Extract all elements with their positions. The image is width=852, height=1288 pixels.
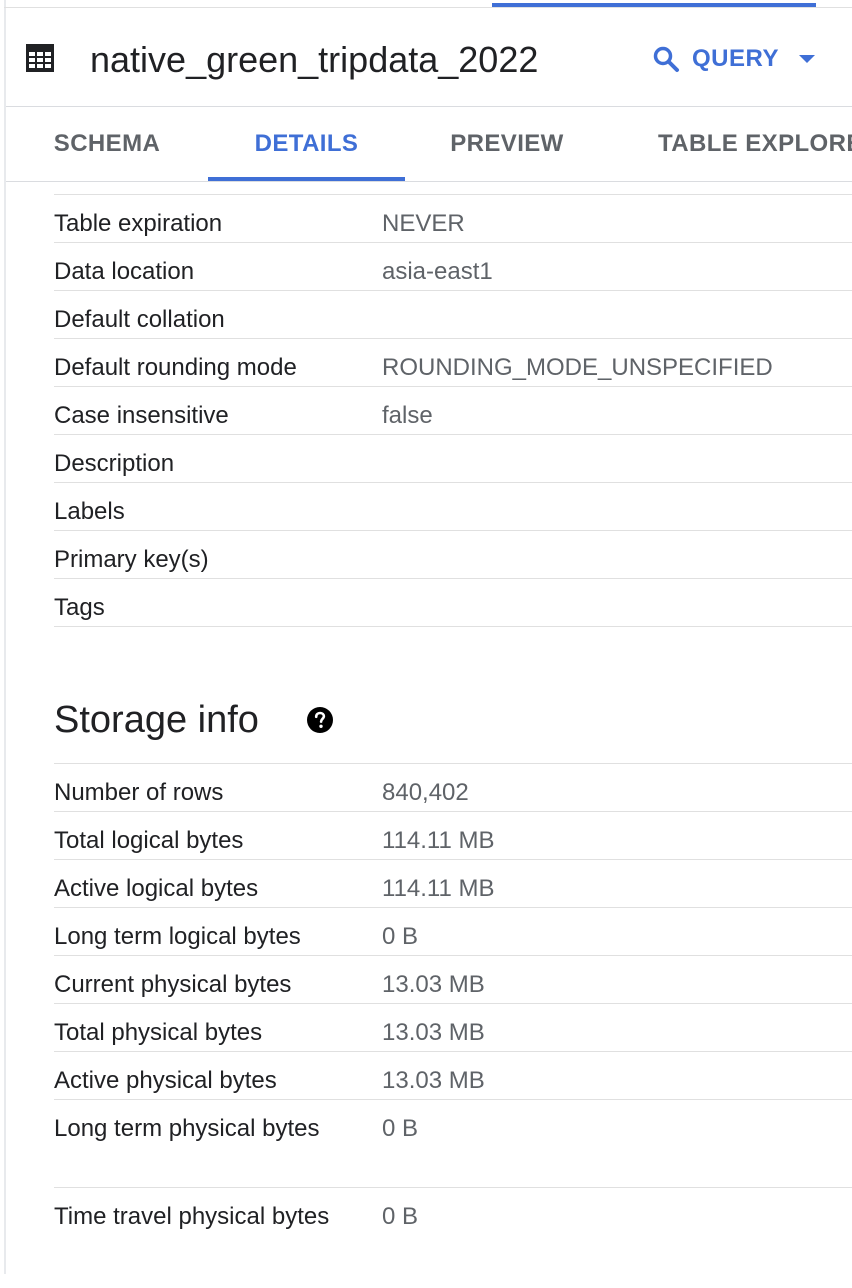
detail-row-default-rounding-mode: Default rounding mode ROUNDING_MODE_UNSP… (54, 339, 852, 387)
detail-label: Data location (54, 258, 195, 285)
detail-row-case-insensitive: Case insensitive false (54, 387, 852, 435)
search-icon (653, 46, 679, 72)
storage-value: 114.11 MB (382, 875, 495, 902)
scrolled-off-row-text (376, 170, 556, 182)
detail-label: Description (54, 450, 175, 477)
storage-value: 13.03 MB (382, 1067, 485, 1094)
detail-row-labels: Labels (54, 483, 852, 531)
storage-row-current-physical-bytes: Current physical bytes 13.03 MB (54, 956, 852, 1004)
table-title: native_green_tripdata_2022 (90, 39, 539, 80)
tab-schema[interactable]: SCHEMA (6, 107, 208, 181)
storage-row-active-physical-bytes: Active physical bytes 13.03 MB (54, 1052, 852, 1100)
storage-row-total-logical-bytes: Total logical bytes 114.11 MB (54, 812, 852, 860)
storage-value: 13.03 MB (382, 1019, 485, 1046)
detail-row-table-expiration: Table expiration NEVER (54, 195, 852, 243)
active-panel-indicator (492, 3, 816, 7)
storage-value: 0 B (382, 1203, 419, 1230)
detail-row-data-location: Data location asia-east1 (54, 243, 852, 291)
storage-value: 0 B (382, 923, 419, 950)
detail-row-primary-keys: Primary key(s) (54, 531, 852, 579)
query-button[interactable]: QUERY (652, 42, 815, 76)
storage-info-heading: Storage info (54, 699, 259, 741)
chevron-down-icon[interactable] (798, 55, 815, 63)
table-header: native_green_tripdata_2022 QUERY (6, 8, 852, 106)
detail-row-description: Description (54, 435, 852, 483)
storage-label: Total physical bytes (54, 1019, 263, 1046)
detail-label: Case insensitive (54, 402, 229, 429)
storage-row-long-term-physical-bytes: Long term physical bytes 0 B (54, 1100, 852, 1188)
query-button-label: QUERY (692, 45, 779, 72)
detail-value: ROUNDING_MODE_UNSPECIFIED (382, 354, 773, 381)
detail-label: Table expiration (54, 210, 223, 237)
detail-value: asia-east1 (382, 258, 493, 285)
storage-label: Current physical bytes (54, 971, 292, 998)
storage-label: Long term physical bytes (54, 1115, 320, 1142)
tab-table-explorer[interactable]: TABLE EXPLORER (606, 107, 852, 181)
storage-value: 840,402 (382, 779, 469, 806)
storage-row-total-physical-bytes: Total physical bytes 13.03 MB (54, 1004, 852, 1052)
storage-value: 0 B (382, 1115, 419, 1142)
detail-label: Tags (54, 594, 105, 621)
storage-row-time-travel-physical-bytes: Time travel physical bytes 0 B (54, 1188, 852, 1288)
detail-label: Default collation (54, 306, 225, 333)
storage-label: Number of rows (54, 779, 224, 806)
detail-row-default-collation: Default collation (54, 291, 852, 339)
storage-label: Active logical bytes (54, 875, 259, 902)
detail-label: Labels (54, 498, 125, 525)
storage-row-active-logical-bytes: Active logical bytes 114.11 MB (54, 860, 852, 908)
storage-label: Long term logical bytes (54, 923, 301, 950)
storage-label: Total logical bytes (54, 827, 244, 854)
storage-row-number-of-rows: Number of rows 840,402 (54, 764, 852, 812)
storage-value: 114.11 MB (382, 827, 495, 854)
help-circle-icon[interactable] (306, 706, 334, 734)
detail-label: Default rounding mode (54, 354, 297, 381)
storage-label: Active physical bytes (54, 1067, 277, 1094)
panel-left-edge (4, 0, 6, 1274)
storage-value: 13.03 MB (382, 971, 485, 998)
table-grid-icon (26, 44, 54, 72)
detail-label: Primary key(s) (54, 546, 209, 573)
storage-row-long-term-logical-bytes: Long term logical bytes 0 B (54, 908, 852, 956)
storage-label: Time travel physical bytes (54, 1203, 330, 1230)
detail-row-tags: Tags (54, 579, 852, 627)
detail-value: false (382, 402, 433, 429)
detail-value: NEVER (382, 210, 465, 237)
